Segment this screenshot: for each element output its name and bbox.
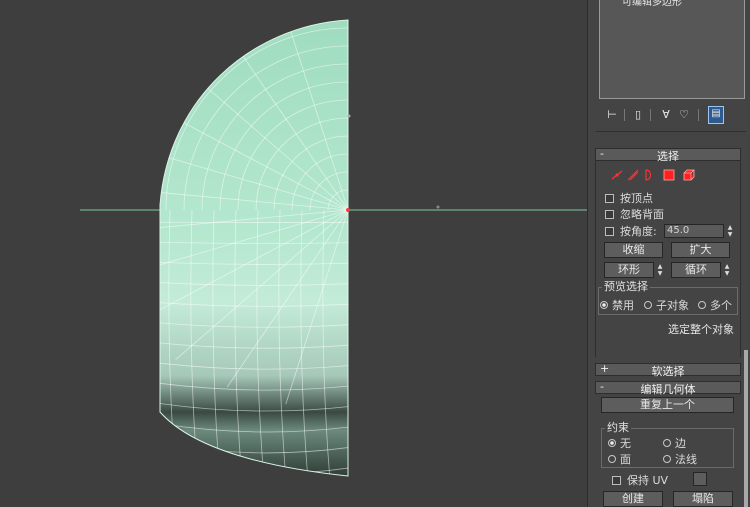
viewport-canvas[interactable] [0,0,587,507]
panel-scrollbar[interactable] [744,350,748,507]
element-icon[interactable] [682,168,696,182]
configure-modifier-sets-icon[interactable]: ▤ [708,106,724,124]
preserve-uv-option[interactable]: 保持 UV [612,473,668,487]
perspective-viewport[interactable] [0,0,587,507]
grow-button[interactable]: 扩大 [671,242,730,258]
world-origin-marker [436,205,440,209]
constraint-face-radio[interactable] [608,455,616,463]
constraint-none-radio[interactable] [608,439,616,447]
by-vertex-checkbox[interactable] [605,193,614,203]
constraint-face-option[interactable]: 面 [608,451,631,467]
panel-divider [596,131,746,132]
preview-subobject-option[interactable]: 子对象 [644,297,689,313]
selection-status-text: 选定整个对象 [668,323,734,336]
by-vertex-label: 按顶点 [620,192,653,205]
edit-geometry-rollout-header[interactable]: - 编辑几何体 [595,380,741,396]
preview-selection-label: 预览选择 [602,280,650,293]
create-button[interactable]: 创建 [603,491,663,507]
preview-subobject-label: 子对象 [656,299,689,312]
loop-spinner-arrows[interactable]: ▲ ▼ [723,263,731,277]
preview-disabled-label: 禁用 [612,299,634,312]
ring-spinner-arrows[interactable]: ▲ ▼ [656,263,664,277]
remove-modifier-icon[interactable]: ♡ [676,106,692,124]
repeat-last-button[interactable]: 重复上一个 [601,397,734,413]
preview-multi-option[interactable]: 多个 [698,297,732,313]
constraint-normal-radio[interactable] [663,455,671,463]
preserve-uv-label: 保持 UV [627,474,669,487]
toolbar-divider [624,109,625,121]
edge-icon[interactable] [626,168,640,182]
by-vertex-option[interactable]: 按顶点 [605,191,653,205]
preserve-uv-settings-button[interactable] [693,472,707,486]
constraint-normal-option[interactable]: 法线 [663,451,697,467]
pivot-marker [346,208,350,212]
angle-spinner-field[interactable]: 45.0 [664,224,724,238]
shrink-button[interactable]: 收缩 [604,242,663,258]
collapse-button[interactable]: 塌陷 [673,491,733,507]
edit-geometry-rollout-title: 编辑几何体 [640,383,696,396]
pin-stack-icon[interactable]: ⊢ [604,106,620,124]
polygon-icon[interactable] [662,168,676,182]
preview-disabled-option[interactable]: 禁用 [600,297,634,313]
constraint-edge-label: 边 [675,437,686,450]
preview-disabled-radio[interactable] [600,301,608,309]
show-end-result-icon[interactable]: ▯ [630,106,646,124]
soft-selection-rollout-title: 软选择 [651,365,685,378]
ignore-backfacing-checkbox[interactable] [605,209,614,219]
border-icon[interactable] [642,168,656,182]
constraint-none-option[interactable]: 无 [608,435,631,451]
ignore-backfacing-label: 忽略背面 [620,208,664,221]
ring-button[interactable]: 环形 [604,262,654,278]
constraint-face-label: 面 [620,453,631,466]
toolbar-divider [650,109,651,121]
preview-subobject-radio[interactable] [644,301,652,309]
constraint-edge-radio[interactable] [663,439,671,447]
ignore-backfacing-option[interactable]: 忽略背面 [605,207,664,221]
vertex-icon[interactable] [610,168,624,182]
stack-item-editable-poly[interactable]: 可编辑多边形 [622,0,682,8]
stack-toolbar: ⊢ ▯ ∀ ♡ ▤ [604,106,738,124]
selection-rollout-header[interactable]: - 选择 [595,147,741,163]
by-angle-checkbox[interactable] [605,226,614,236]
preview-multi-radio[interactable] [698,301,706,309]
half-sphere-mesh[interactable] [90,10,349,480]
constraint-edge-option[interactable]: 边 [663,435,686,451]
by-angle-option[interactable]: 按角度: [605,224,657,238]
angle-spinner-arrows[interactable]: ▲ ▼ [726,224,734,238]
command-panel: 可编辑多边形 ⊢ ▯ ∀ ♡ ▤ - 选择 按顶点 忽略背面 按角度: 45.0… [587,0,750,507]
preview-multi-label: 多个 [710,299,732,312]
gizmo-marker [347,114,351,118]
constraints-label: 约束 [605,421,631,434]
make-unique-icon[interactable]: ∀ [658,106,674,124]
loop-button[interactable]: 循环 [671,262,721,278]
soft-selection-rollout-header[interactable]: + 软选择 [595,362,741,378]
constraint-none-label: 无 [620,437,631,450]
preserve-uv-checkbox[interactable] [612,475,621,485]
constraint-normal-label: 法线 [675,453,697,466]
by-angle-label: 按角度: [620,225,657,238]
toolbar-divider [698,109,699,121]
modifier-stack-list[interactable]: 可编辑多边形 [599,0,745,99]
